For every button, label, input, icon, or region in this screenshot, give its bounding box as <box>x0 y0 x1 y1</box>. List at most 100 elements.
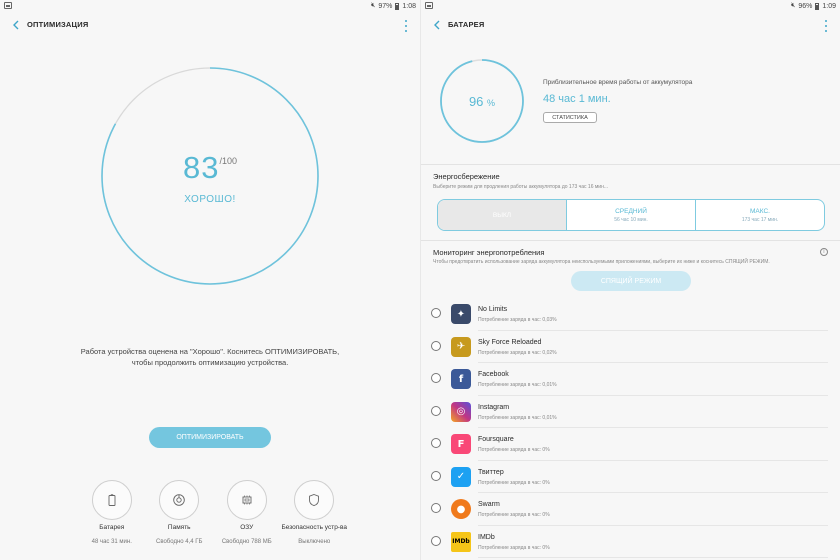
app-bar: ОПТИМИЗАЦИЯ <box>0 12 420 38</box>
power-mode-selector: ВЫКЛ СРЕДНИЙ 56 час 10 мин. МАКС. 173 ча… <box>437 199 825 231</box>
tile-security[interactable]: Безопасность устр-ва Выключено <box>281 480 349 545</box>
list-item[interactable]: ✈ Sky Force Reloaded Потребление заряда … <box>421 331 840 363</box>
statistics-button[interactable]: СТАТИСТИКА <box>543 112 597 123</box>
app-name: Sky Force Reloaded <box>478 338 542 346</box>
page-title: БАТАРЕЯ <box>448 20 485 29</box>
estimate-label: Приблизительное время работы от аккумуля… <box>543 79 693 86</box>
list-item[interactable]: IMDb IMDb Потребление заряда в час: 0% <box>421 526 840 558</box>
silent-icon: 🔇︎ <box>790 2 796 9</box>
select-radio[interactable] <box>431 373 441 383</box>
battery-status-icon <box>395 2 400 10</box>
select-radio[interactable] <box>431 308 441 318</box>
tile-value: Свободно 4,4 ГБ <box>156 539 203 545</box>
clock: 1:08 <box>402 2 416 10</box>
gallery-notification-icon <box>4 2 12 9</box>
app-name: Swarm <box>478 501 500 508</box>
list-item[interactable]: ✦ No Limits Потребление заряда в час: 0,… <box>421 298 840 331</box>
battery-percentage: 96 % <box>468 94 496 109</box>
app-usage: Потребление заряда в час: 0,01% <box>478 382 557 388</box>
battery-percent: 97% <box>378 2 393 10</box>
score-rating: ХОРОШО! <box>184 194 236 205</box>
ram-icon <box>242 495 252 505</box>
app-name: Facebook <box>478 371 509 378</box>
optimize-button[interactable]: ОПТИМИЗИРОВАТЬ <box>149 427 271 448</box>
divider <box>421 240 840 241</box>
tile-ram[interactable]: ОЗУ Свободно 788 МБ <box>213 480 281 545</box>
app-name: No Limits <box>478 306 508 313</box>
sleep-mode-button[interactable]: СПЯЩИЙ РЕЖИМ <box>571 271 691 291</box>
app-usage: Потребление заряда в час: 0,03% <box>478 317 557 323</box>
back-button[interactable] <box>430 18 442 32</box>
page-title: ОПТИМИЗАЦИЯ <box>27 20 89 29</box>
select-radio[interactable] <box>431 438 441 448</box>
back-button[interactable] <box>9 18 21 32</box>
info-icon[interactable]: i <box>820 248 828 256</box>
tile-value: 48 час 31 мин. <box>91 539 132 545</box>
tile-label: ОЗУ <box>240 524 254 531</box>
battery-percent: 96% <box>798 2 813 10</box>
battery-status-icon <box>815 2 820 10</box>
device-care-tiles: Батарея 48 час 31 мин. Память Свободно 4… <box>78 480 348 545</box>
sky-force-icon: ✈ <box>451 336 471 357</box>
app-usage: Потребление заряда в час: 0% <box>478 447 550 453</box>
app-usage: Потребление заряда в час: 0,01% <box>478 414 557 421</box>
list-item[interactable]: F Foursquare Потребление заряда в час: 0… <box>421 428 840 461</box>
score-value: 83 <box>182 150 220 185</box>
instagram-icon: ◎ <box>451 401 471 422</box>
select-radio[interactable] <box>431 503 441 513</box>
silent-icon: 🔇︎ <box>370 2 376 9</box>
list-item[interactable]: f Facebook Потребление заряда в час: 0,0… <box>421 363 840 396</box>
select-radio[interactable] <box>431 405 441 416</box>
list-item[interactable]: ✓ Твиттер Потребление заряда в час: 0% <box>421 461 840 493</box>
tile-value: Свободно 788 МБ <box>221 539 272 545</box>
tile-battery[interactable]: Батарея 48 час 31 мин. <box>78 480 146 545</box>
power-saving-title: Энергосбережение <box>433 172 500 181</box>
app-name: Foursquare <box>478 436 514 443</box>
battery-icon <box>108 494 116 506</box>
monitor-title: Мониторинг энергопотребления <box>433 248 545 257</box>
select-radio[interactable] <box>431 535 441 546</box>
tile-label: Безопасность устр-ва <box>281 524 347 531</box>
app-name: Твиттер <box>478 468 504 476</box>
tile-storage[interactable]: Память Свободно 4,4 ГБ <box>146 480 214 545</box>
no-limits-icon: ✦ <box>451 304 471 324</box>
storage-icon <box>173 494 186 506</box>
status-bar: 🔇︎ 97% 1:08 <box>0 0 420 12</box>
app-usage: Потребление заряда в час: 0,02% <box>478 349 557 356</box>
clock: 1:09 <box>822 2 836 10</box>
status-bar: 🔇︎ 96% 1:09 <box>421 0 840 12</box>
tile-label: Память <box>167 524 191 531</box>
optimization-description: Работа устройства оценена на "Хорошо". К… <box>80 347 340 367</box>
tile-label: Батарея <box>99 524 125 531</box>
app-bar: БАТАРЕЯ <box>421 12 840 38</box>
twitter-icon: ✓ <box>451 466 471 487</box>
app-usage: Потребление заряда в час: 0% <box>478 479 550 486</box>
app-name: IMDb <box>478 533 495 541</box>
select-radio[interactable] <box>431 470 441 481</box>
tile-value: Выключено <box>298 539 331 545</box>
swarm-icon: ● <box>451 499 471 519</box>
list-item[interactable]: ● Swarm Потребление заряда в час: 0% <box>421 493 840 526</box>
shield-icon <box>309 494 320 507</box>
monitor-subtitle: Чтобы предотвратить использование заряда… <box>433 259 770 265</box>
select-radio[interactable] <box>431 340 441 351</box>
mode-medium[interactable]: СРЕДНИЙ 56 час 10 мин. <box>567 200 696 230</box>
app-usage: Потребление заряда в час: 0% <box>478 544 550 551</box>
app-name: Instagram <box>478 403 510 411</box>
estimate-time: 48 час 1 мин. <box>543 93 611 105</box>
score-max: /100 <box>219 156 237 166</box>
app-list: ✦ No Limits Потребление заряда в час: 0,… <box>421 298 840 558</box>
chevron-left-icon <box>12 20 18 30</box>
mode-off[interactable]: ВЫКЛ <box>438 200 567 230</box>
optimization-screen: 🔇︎ 97% 1:08 ОПТИМИЗАЦИЯ 83/100 ХОРОШО! Р… <box>0 0 420 560</box>
imdb-icon: IMDb <box>451 531 471 552</box>
divider <box>421 164 840 165</box>
app-usage: Потребление заряда в час: 0% <box>478 512 550 518</box>
mode-max[interactable]: МАКС. 173 час 17 мин. <box>696 200 824 230</box>
more-options-button[interactable] <box>404 20 408 32</box>
power-saving-subtitle: Выберите режим для продления работы акку… <box>433 184 609 190</box>
more-options-button[interactable] <box>824 20 828 32</box>
facebook-icon: f <box>451 369 471 389</box>
chevron-left-icon <box>433 20 439 30</box>
list-item[interactable]: ◎ Instagram Потребление заряда в час: 0,… <box>421 396 840 428</box>
